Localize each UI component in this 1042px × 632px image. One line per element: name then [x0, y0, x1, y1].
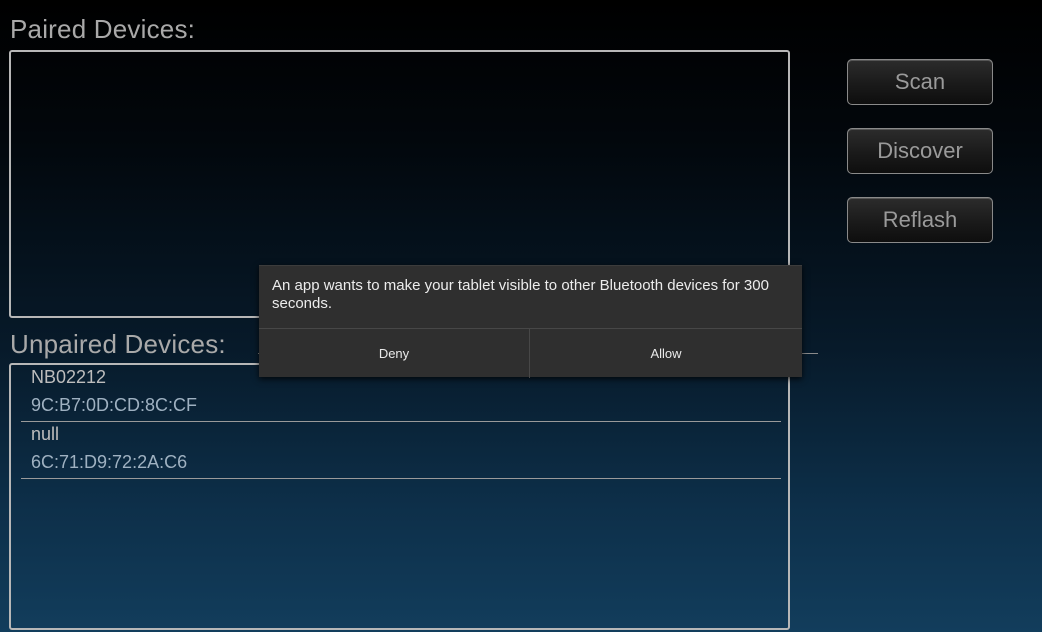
discover-button[interactable]: Discover [847, 128, 993, 174]
device-mac-address: 6C:71:D9:72:2A:C6 [31, 452, 188, 472]
scan-button[interactable]: Scan [847, 59, 993, 105]
unpaired-devices-list[interactable]: NB02212 9C:B7:0D:CD:8C:CF null 6C:71:D9:… [9, 363, 790, 630]
dialog-button-row: Deny Allow [259, 328, 802, 378]
device-name: null [31, 424, 60, 444]
deny-button[interactable]: Deny [259, 329, 530, 378]
paired-devices-title: Paired Devices: [10, 14, 196, 44]
dialog-message: An app wants to make your tablet visible… [272, 277, 769, 312]
allow-button[interactable]: Allow [530, 329, 802, 378]
unpaired-devices-title: Unpaired Devices: [10, 329, 226, 359]
device-mac-address: 9C:B7:0D:CD:8C:CF [31, 395, 198, 415]
bluetooth-visibility-dialog: An app wants to make your tablet visible… [259, 265, 802, 378]
list-item[interactable]: null 6C:71:D9:72:2A:C6 [21, 422, 781, 479]
reflash-button[interactable]: Reflash [847, 197, 993, 243]
device-name: NB02212 [31, 367, 107, 387]
